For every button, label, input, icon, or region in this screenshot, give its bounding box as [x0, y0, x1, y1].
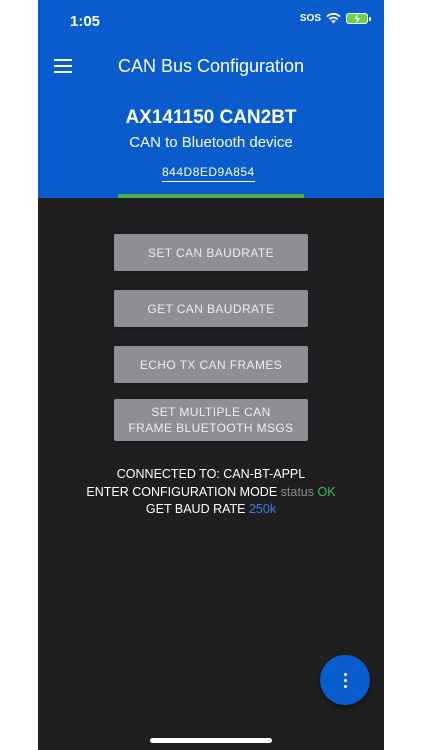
page-title: CAN Bus Configuration — [117, 56, 305, 76]
baud-rate-label: GET BAUD RATE — [145, 502, 246, 516]
connection-progress-bar — [118, 194, 304, 198]
more-options-fab[interactable] — [320, 655, 370, 705]
config-mode-status-word: status — [280, 484, 315, 499]
set-multiple-can-frame-button[interactable]: SET MULTIPLE CAN FRAME BLUETOOTH MSGS — [114, 399, 308, 441]
app-header: 1:05 SOS CAN Bus Configuration AX141150 … — [38, 0, 384, 198]
config-mode-label: ENTER CONFIGURATION MODE — [86, 484, 278, 499]
battery-charging-icon — [346, 13, 371, 24]
app-screen: 1:05 SOS CAN Bus Configuration AX141150 … — [38, 0, 384, 750]
wifi-icon — [326, 13, 341, 24]
config-mode-line: ENTER CONFIGURATION MODE status OK — [38, 484, 384, 502]
device-id: 844D8ED9A854 — [162, 165, 255, 182]
connection-status: CONNECTED TO: CAN-BT-APPL ENTER CONFIGUR… — [38, 466, 384, 519]
device-name: AX141150 CAN2BT — [125, 107, 297, 128]
status-time: 1:05 — [70, 13, 101, 30]
config-mode-value: OK — [317, 484, 336, 499]
more-vertical-icon — [343, 672, 347, 676]
status-icons: SOS — [299, 13, 371, 24]
device-description: CAN to Bluetooth device — [129, 134, 293, 151]
baud-rate-line: GET BAUD RATE 250k — [38, 501, 384, 519]
baud-rate-value: 250k — [248, 502, 277, 516]
home-indicator — [150, 738, 272, 743]
set-can-baudrate-button[interactable]: SET CAN BAUDRATE — [114, 234, 308, 271]
echo-tx-can-frames-button[interactable]: ECHO TX CAN FRAMES — [114, 346, 308, 383]
get-can-baudrate-button[interactable]: GET CAN BAUDRATE — [114, 290, 308, 327]
sos-indicator: SOS — [299, 13, 321, 24]
connected-to-text: CONNECTED TO: CAN-BT-APPL — [116, 467, 306, 481]
